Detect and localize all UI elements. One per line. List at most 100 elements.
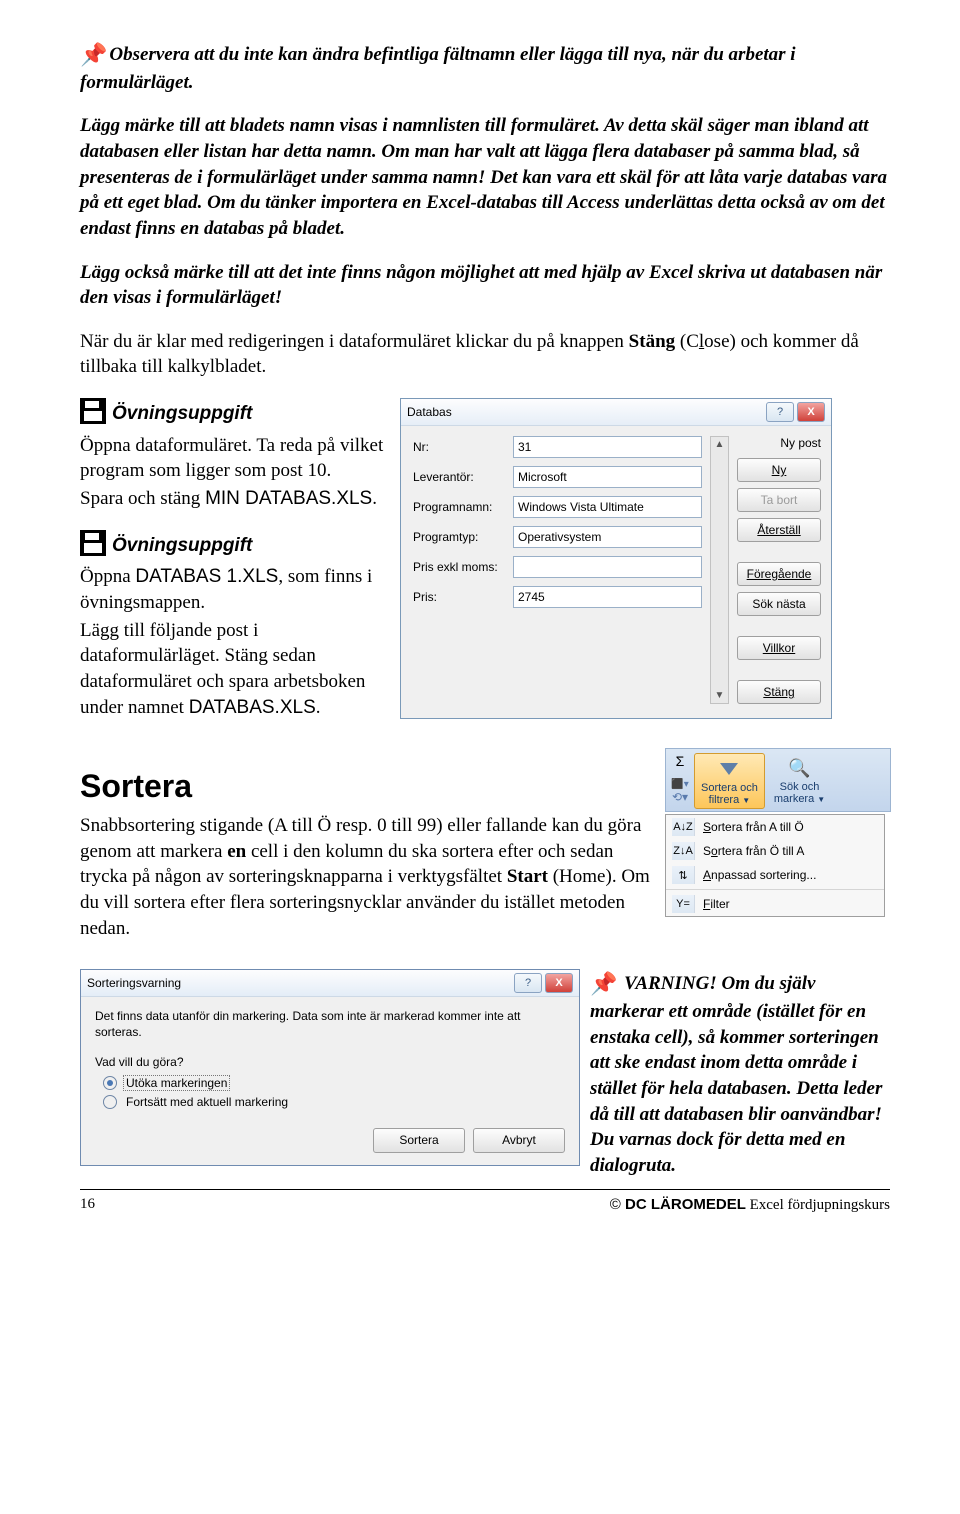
scroll-down-icon[interactable]: ▼ (715, 690, 725, 701)
ex1-file: MIN DATABAS.XLS (205, 488, 372, 509)
label-typ: Programtyp: (413, 530, 513, 544)
ex2-file2: DATABAS.XLS (189, 697, 316, 718)
dd2-text: rtera från Ö till A (718, 844, 805, 858)
ex1-a: Öppna dataformuläret. Ta reda på vilket … (80, 435, 383, 482)
dd-custom-sort[interactable]: ⇅ Anpassad sortering... (666, 863, 884, 887)
ribbon-snippet: Σ ⬛▾ ⟲▾ Sortera ochfiltrera ▼ 🔍 Sök ochm… (665, 748, 891, 812)
sp-d: Start (507, 866, 548, 887)
page-footer: 16 © DC LÄROMEDEL Excel fördjupningskurs (80, 1189, 890, 1214)
exercise-2-body2: Lägg till följande post i dataformulärlä… (80, 618, 385, 721)
input-typ[interactable] (513, 526, 702, 548)
ex1-b: Spara och stäng (80, 488, 205, 509)
disk-icon (80, 398, 106, 424)
input-nr[interactable] (513, 436, 702, 458)
help-button[interactable]: ? (514, 973, 542, 993)
warning-paragraph: 📌 VARNING! Om du själv markerar ett områ… (590, 969, 890, 1178)
warn-opt-continue[interactable]: Fortsätt med aktuell markering (103, 1094, 565, 1110)
ex2-file1: DATABAS 1.XLS (135, 566, 278, 587)
warning-text: Om du själv markerar ett område (iställe… (590, 973, 882, 1176)
footer-right: © DC LÄROMEDEL Excel fördjupningskurs (610, 1196, 890, 1214)
exercise-2: Övningsuppgift (80, 530, 385, 559)
disk-icon (80, 530, 106, 556)
input-prisex[interactable] (513, 556, 702, 578)
ex1-dot: . (372, 488, 377, 509)
chevron-down-icon: ▼ (817, 795, 825, 804)
rb-sort-l1: Sortera och (701, 782, 758, 794)
help-button[interactable]: ? (766, 402, 794, 422)
note-paragraph-2: Lägg märke till att bladets namn visas i… (80, 113, 890, 241)
close-button[interactable]: X (545, 973, 573, 993)
soknasta-button[interactable]: Sök nästa (737, 592, 821, 616)
sortera-heading: Sortera (80, 768, 655, 805)
note-paragraph-3: Lägg också märke till att det inte finns… (80, 260, 890, 311)
rb-sort-l2: filtrera (709, 794, 740, 806)
dd4-text: ilter (710, 897, 729, 911)
dialog-title: Databas (407, 405, 766, 419)
aterstall-button[interactable]: Återställ (737, 518, 821, 542)
stang-button[interactable]: Stäng (737, 680, 821, 704)
funnel-icon (720, 763, 738, 775)
sort-filter-button[interactable]: Sortera ochfiltrera ▼ (694, 753, 765, 809)
status-label: Ny post (737, 436, 821, 450)
note-paragraph-1: 📌Observera att du inte kan ändra befintl… (80, 40, 890, 95)
exercise-1-body: Öppna dataformuläret. Ta reda på vilket … (80, 433, 385, 484)
warn-opt-extend[interactable]: Utöka markeringen (103, 1075, 565, 1091)
dd-sort-az[interactable]: A↓Z SSortera från A till Öortera från A … (666, 815, 884, 839)
exercise-2-body: Öppna DATABAS 1.XLS, som finns i övnings… (80, 564, 385, 615)
input-pris[interactable] (513, 586, 702, 608)
label-prog: Programnamn: (413, 500, 513, 514)
avbryt-button[interactable]: Avbryt (473, 1128, 565, 1153)
radio-selected-icon[interactable] (103, 1076, 117, 1090)
binoculars-icon: 🔍 (785, 755, 815, 781)
sort-warning-dialog: Sorteringsvarning ? X Det finns data uta… (80, 969, 580, 1165)
warn-titlebar[interactable]: Sorteringsvarning ? X (81, 970, 579, 997)
ex2-a: Öppna (80, 566, 135, 587)
exercise-title-1: Övningsuppgift (112, 403, 252, 424)
label-pris: Pris: (413, 590, 513, 604)
filter-icon: Y= (672, 895, 695, 913)
opt1-label: Utöka markeringen (123, 1075, 230, 1091)
pushpin-icon: 📌 (590, 969, 617, 999)
dialog-titlebar[interactable]: Databas ? X (401, 399, 831, 426)
label-prisex: Pris exkl moms: (413, 560, 513, 574)
sort-za-icon: Z↓A (672, 842, 695, 860)
find-select-button[interactable]: 🔍 Sök ochmarkera ▼ (768, 753, 831, 809)
exercise-1-file: Spara och stäng MIN DATABAS.XLS. (80, 486, 385, 512)
villkor-button[interactable]: Villkor (737, 636, 821, 660)
fill-icon[interactable]: ⬛▾ (671, 779, 688, 790)
p4-stang: Stäng (629, 331, 675, 352)
rb-find-l1: Sök och (780, 781, 820, 793)
dd-filter[interactable]: Y= Filter (666, 892, 884, 916)
form-scrollbar[interactable]: ▲ ▼ (710, 436, 729, 704)
close-button[interactable]: X (797, 402, 825, 422)
chevron-down-icon: ▼ (742, 796, 750, 805)
input-lev[interactable] (513, 466, 702, 488)
exercise-1: Övningsuppgift (80, 398, 385, 427)
p4-c: (C (675, 331, 699, 352)
foregaende-button[interactable]: Föregående (737, 562, 821, 586)
opt2-label: Fortsätt med aktuell markering (123, 1094, 291, 1110)
dd-sort-za[interactable]: Z↓A Sortera från Ö till A (666, 839, 884, 863)
warn-title: Sorteringsvarning (87, 976, 514, 990)
input-prog[interactable] (513, 496, 702, 518)
note-2-text: Lägg märke till att bladets namn visas i… (80, 115, 887, 239)
radio-icon[interactable] (103, 1095, 117, 1109)
scroll-up-icon[interactable]: ▲ (715, 439, 725, 450)
tabort-button: Ta bort (737, 488, 821, 512)
label-lev: Leverantör: (413, 470, 513, 484)
pushpin-icon: 📌 (80, 40, 107, 70)
page-number: 16 (80, 1196, 95, 1214)
note-3-text: Lägg också märke till att det inte finns… (80, 262, 882, 309)
ny-button[interactable]: Ny (737, 458, 821, 482)
warn-message: Det finns data utanför din markering. Da… (95, 1009, 565, 1040)
sort-az-icon: A↓Z (672, 818, 695, 836)
sigma-icon[interactable]: Σ (669, 753, 691, 769)
sortera-button[interactable]: Sortera (373, 1128, 465, 1153)
clear-icon[interactable]: ⟲▾ (672, 790, 688, 804)
ex2-dot: . (316, 697, 321, 718)
footer-brand: DC LÄROMEDEL (625, 1196, 746, 1213)
sp-b: en (227, 841, 246, 862)
dd2-pre: S (703, 844, 711, 858)
custom-sort-icon: ⇅ (672, 866, 695, 884)
label-nr: Nr: (413, 440, 513, 454)
